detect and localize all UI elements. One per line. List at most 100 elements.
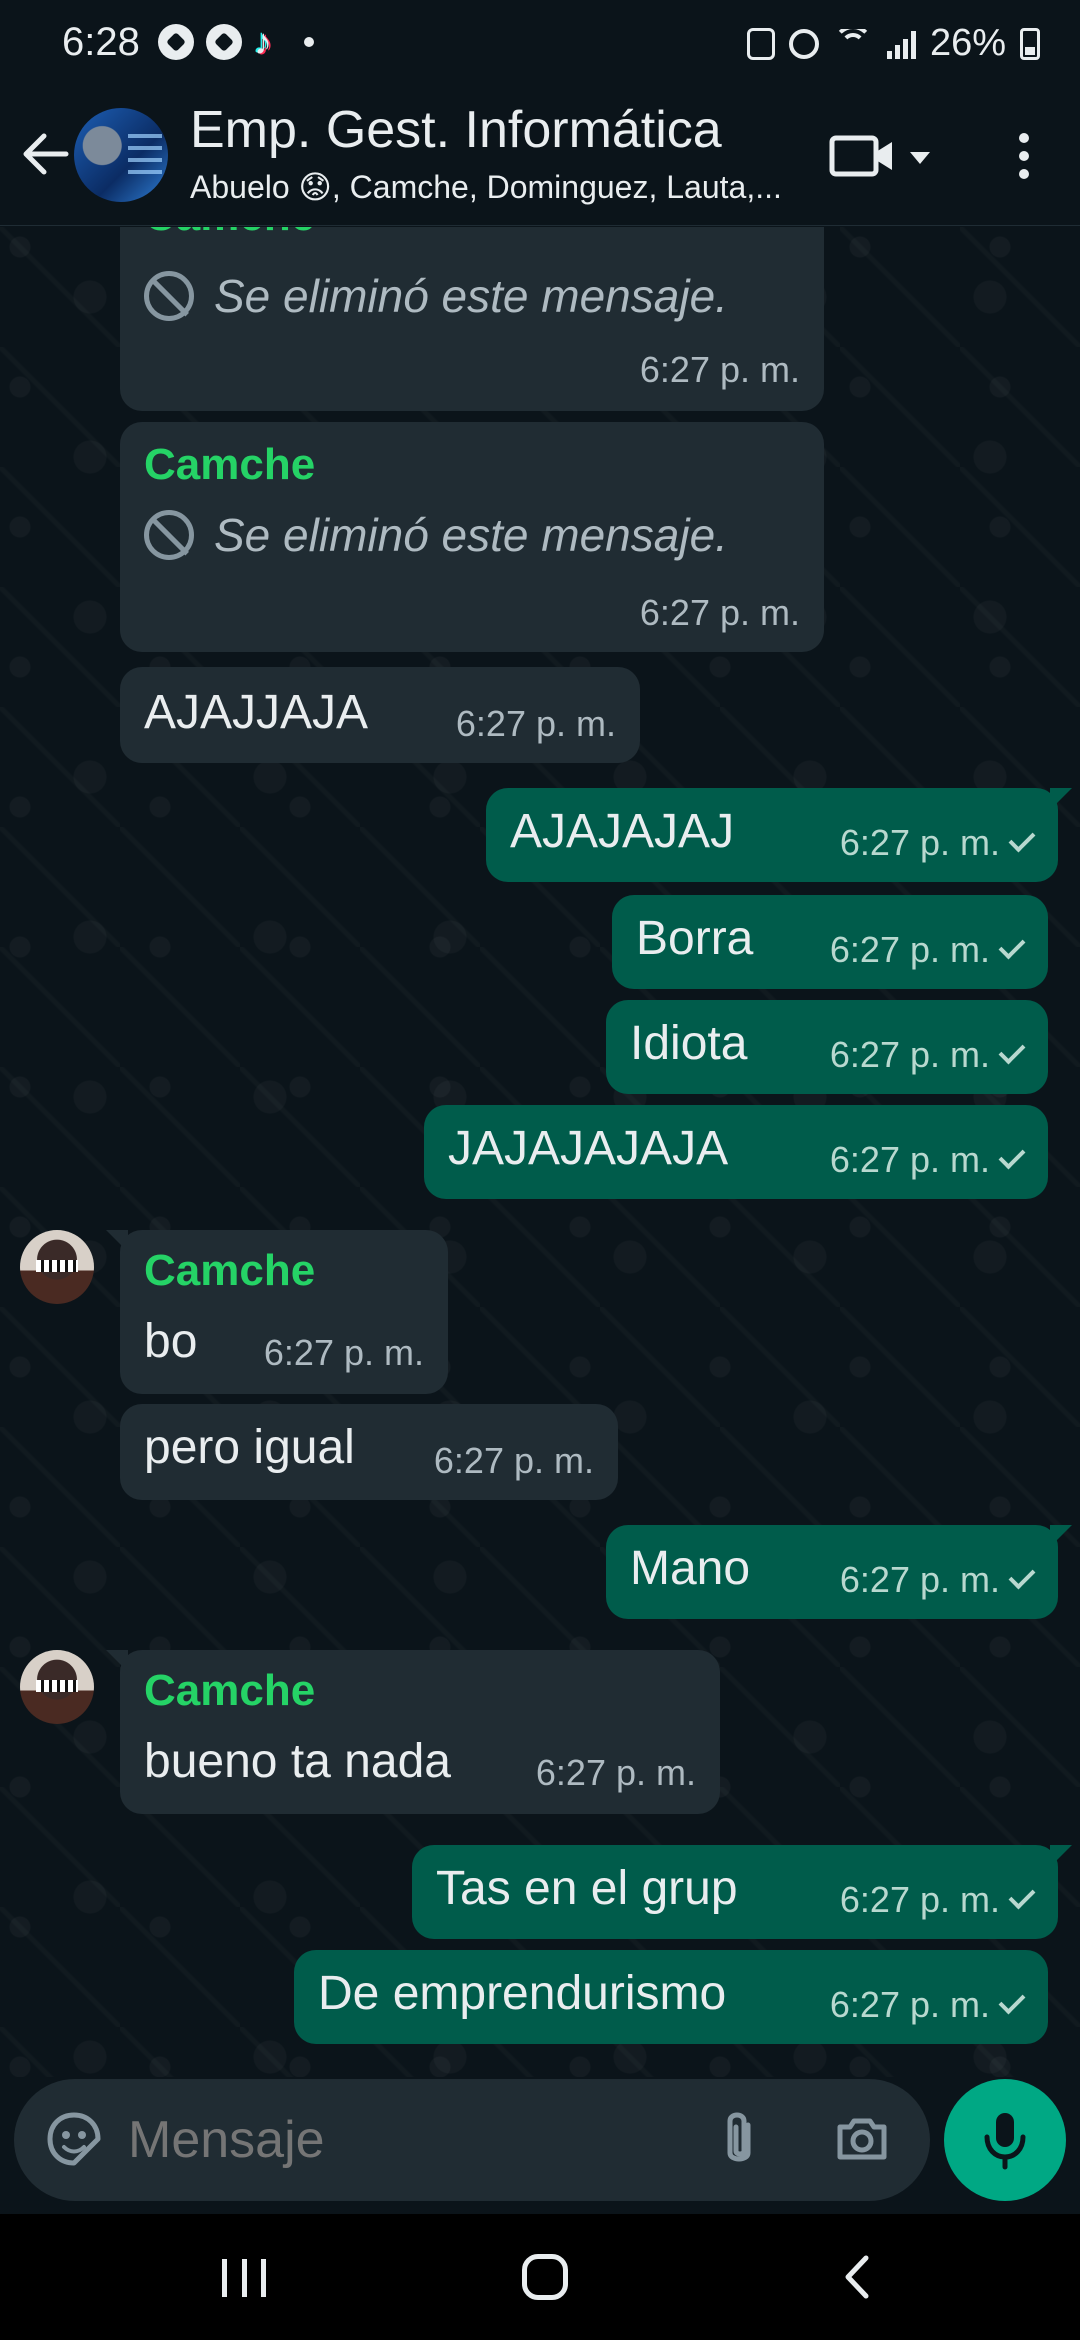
- camera-button[interactable]: [832, 2109, 892, 2169]
- deleted-message: Se eliminó este mensaje.: [144, 269, 728, 323]
- message-time: 6:27 p. m.: [433, 1440, 594, 1481]
- message-time-text: 6:27 p. m.: [829, 929, 990, 970]
- deleted-message: Se eliminó este mensaje.: [144, 508, 728, 562]
- message-text: Borra: [636, 912, 754, 965]
- message-time: 6:27 p. m.: [829, 1984, 1026, 2026]
- message-time: 6:27 p. m.: [839, 822, 1036, 864]
- check-icon: [998, 1037, 1026, 1065]
- chat-title[interactable]: Emp. Gest. Informática: [190, 100, 722, 160]
- home-button[interactable]: [522, 2254, 568, 2300]
- message-input[interactable]: [114, 2099, 674, 2181]
- video-camera-icon: [829, 135, 930, 177]
- check-icon: [998, 1987, 1026, 2015]
- chat-header: Emp. Gest. Informática Abuelo 😟, Camche,…: [0, 90, 1080, 226]
- message-time: 6:27 p. m.: [829, 1139, 1026, 1181]
- system-back-button[interactable]: [836, 2254, 882, 2300]
- wifi-icon: [833, 29, 873, 59]
- message-text: De emprendurismo: [318, 1967, 727, 2020]
- bubble-tail: [106, 1230, 128, 1252]
- check-icon: [1008, 1562, 1036, 1590]
- chat-participants[interactable]: Abuelo 😟, Camche, Dominguez, Lauta,...: [190, 168, 790, 206]
- message-time: 6:27 p. m.: [263, 1332, 424, 1373]
- message-time: 6:27 p. m.: [639, 592, 800, 633]
- battery-icon: [1020, 27, 1040, 60]
- signal-icon: [886, 29, 916, 59]
- message-time: 6:27 p. m.: [535, 1752, 696, 1793]
- sender-avatar[interactable]: [20, 1230, 94, 1304]
- status-right-icons: 26%: [746, 22, 1040, 65]
- message-bubble[interactable]: Camche bueno ta nada 6:27 p. m.: [106, 1650, 720, 1814]
- message-bubble[interactable]: Mano 6:27 p. m.: [606, 1525, 1072, 1619]
- message-time: 6:27 p. m.: [829, 1034, 1026, 1076]
- message-text: bo: [144, 1315, 198, 1368]
- camera-icon: [837, 2118, 887, 2160]
- bubble-tail: [106, 1650, 128, 1672]
- bubble-tail: [1050, 788, 1072, 810]
- message-time-text: 6:27 p. m.: [839, 1879, 1000, 1920]
- voice-message-button[interactable]: [944, 2079, 1066, 2201]
- system-navigation-bar: [0, 2214, 1080, 2340]
- chevron-left-icon: [845, 2255, 869, 2299]
- message-time: 6:27 p. m.: [455, 703, 616, 744]
- message-bubble[interactable]: pero igual 6:27 p. m.: [120, 1404, 618, 1500]
- ban-icon: [144, 271, 194, 321]
- recent-apps-button[interactable]: [222, 2259, 266, 2297]
- more-vertical-icon: [1019, 133, 1029, 179]
- message-bubble[interactable]: AJAJAJAJ 6:27 p. m.: [486, 788, 1072, 882]
- message-bubble[interactable]: AJAJJAJA 6:27 p. m.: [120, 667, 640, 763]
- message-bubble-deleted[interactable]: Camche Se eliminó este mensaje. 6:27 p. …: [120, 422, 824, 652]
- message-time: 6:27 p. m.: [839, 1559, 1036, 1601]
- message-time-text: 6:27 p. m.: [829, 1034, 990, 1075]
- message-text: AJAJAJAJ: [510, 805, 735, 858]
- back-button[interactable]: [18, 124, 72, 184]
- soccer-ball-icon: [206, 24, 242, 60]
- dot-icon: [304, 37, 314, 47]
- bubble-tail: [1050, 1525, 1072, 1547]
- message-text: Tas en el grup: [436, 1862, 738, 1915]
- alarm-icon: [788, 28, 819, 59]
- more-options-button[interactable]: [1006, 126, 1042, 186]
- message-bubble-deleted[interactable]: Camche Se eliminó este mensaje. 6:27 p. …: [120, 227, 824, 411]
- message-time-text: 6:27 p. m.: [829, 1139, 990, 1180]
- status-left-icons: [158, 24, 314, 60]
- video-call-button[interactable]: [826, 126, 936, 186]
- message-sender: Camche: [144, 227, 315, 241]
- bubble-tail: [1050, 1845, 1072, 1867]
- message-time: 6:27 p. m.: [829, 929, 1026, 971]
- sender-avatar[interactable]: [20, 1650, 94, 1724]
- status-time: 6:28: [62, 20, 140, 64]
- message-sender: Camche: [144, 440, 316, 489]
- soccer-ball-icon: [158, 24, 194, 60]
- message-sender: Camche: [144, 1246, 316, 1295]
- tiktok-icon: [254, 24, 284, 60]
- message-bubble[interactable]: Idiota 6:27 p. m.: [606, 1000, 1048, 1094]
- sticker-icon: [47, 2112, 101, 2166]
- message-text: Se eliminó este mensaje.: [214, 270, 728, 322]
- microphone-icon: [984, 2113, 1026, 2170]
- message-bubble[interactable]: De emprendurismo 6:27 p. m.: [294, 1950, 1048, 2044]
- message-text: Idiota: [630, 1017, 748, 1070]
- paperclip-icon: [727, 2112, 751, 2162]
- ban-icon: [144, 510, 194, 560]
- message-bubble[interactable]: Borra 6:27 p. m.: [612, 895, 1048, 989]
- message-bubble[interactable]: Tas en el grup 6:27 p. m.: [412, 1845, 1072, 1939]
- sticker-button[interactable]: [44, 2109, 104, 2169]
- message-time-text: 6:27 p. m.: [839, 822, 1000, 863]
- attach-button[interactable]: [714, 2107, 764, 2173]
- group-avatar[interactable]: [74, 108, 168, 202]
- screenshot-icon: [746, 27, 775, 60]
- message-text: bueno ta nada: [144, 1735, 451, 1788]
- message-text: Mano: [630, 1542, 751, 1595]
- message-sender: Camche: [144, 1666, 316, 1715]
- message-time-text: 6:27 p. m.: [829, 1984, 990, 2025]
- arrow-left-icon: [23, 133, 69, 175]
- message-bubble[interactable]: JAJAJAJAJA 6:27 p. m.: [424, 1105, 1048, 1199]
- message-composer: [14, 2079, 930, 2201]
- message-time-text: 6:27 p. m.: [839, 1559, 1000, 1600]
- message-bubble[interactable]: Camche bo 6:27 p. m.: [106, 1230, 448, 1394]
- message-text: AJAJJAJA: [144, 686, 369, 739]
- message-time: 6:27 p. m.: [639, 349, 800, 390]
- check-icon: [1008, 1882, 1036, 1910]
- battery-percent: 26%: [929, 22, 1006, 64]
- chat-messages[interactable]: Camche Se eliminó este mensaje. 6:27 p. …: [0, 227, 1080, 2077]
